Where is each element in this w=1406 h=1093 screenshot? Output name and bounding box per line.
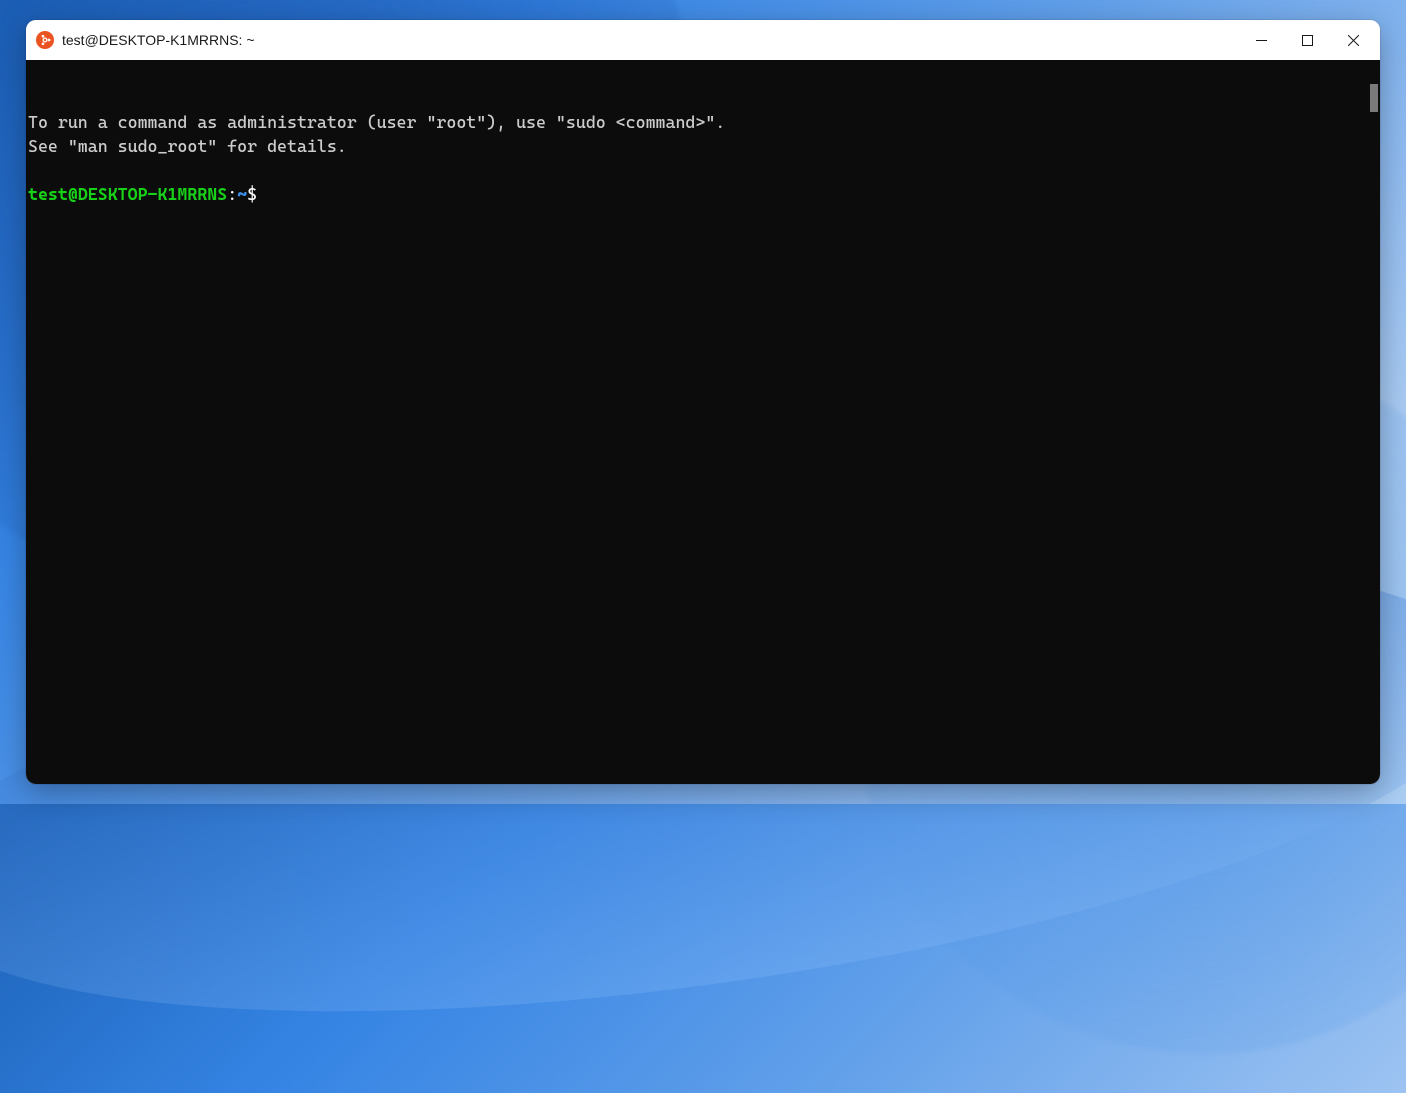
motd-line: See "man sudo_root" for details.	[28, 136, 347, 156]
scrollbar-track[interactable]	[1366, 62, 1378, 782]
ubuntu-icon	[36, 31, 54, 49]
scrollbar-thumb[interactable]	[1370, 84, 1378, 112]
terminal-viewport[interactable]: To run a command as administrator (user …	[26, 60, 1380, 784]
terminal-window: test@DESKTOP-K1MRRNS: ~ To run a command…	[26, 20, 1380, 784]
window-controls	[1238, 20, 1376, 60]
terminal-content: To run a command as administrator (user …	[28, 110, 1378, 206]
maximize-button[interactable]	[1284, 20, 1330, 60]
prompt-user-host: test@DESKTOP-K1MRRNS	[28, 184, 227, 204]
window-title-bar[interactable]: test@DESKTOP-K1MRRNS: ~	[26, 20, 1380, 60]
motd-line: To run a command as administrator (user …	[28, 112, 725, 132]
prompt-separator: :	[227, 184, 237, 204]
window-title: test@DESKTOP-K1MRRNS: ~	[62, 32, 1238, 48]
terminal-cursor	[257, 184, 267, 204]
prompt-path: ~	[237, 184, 247, 204]
minimize-button[interactable]	[1238, 20, 1284, 60]
close-button[interactable]	[1330, 20, 1376, 60]
prompt-dollar: $	[247, 184, 257, 204]
